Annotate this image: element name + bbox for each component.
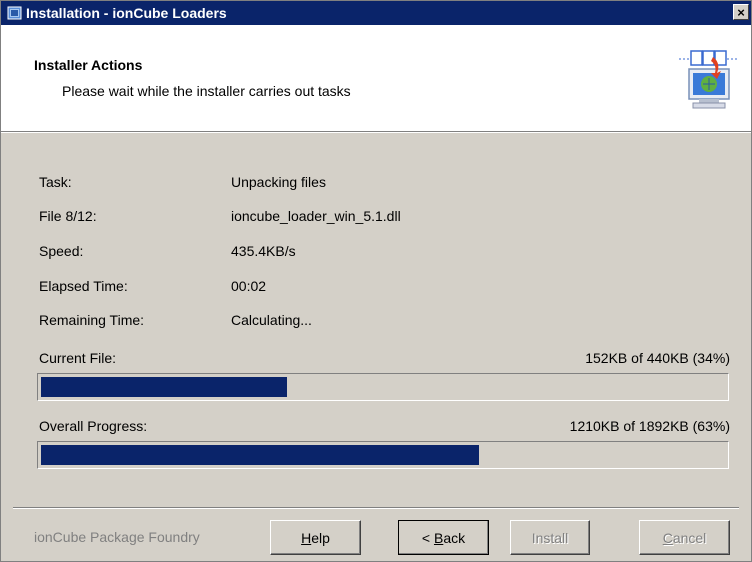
page-subtitle: Please wait while the installer carries … [62,83,351,99]
window-title: Installation - ionCube Loaders [26,5,227,21]
speed-value: 435.4KB/s [231,243,296,259]
back-button-accel: B [433,529,444,546]
installer-computer-icon [679,50,739,109]
current-file-label: Current File: [39,350,117,366]
install-button[interactable]: Install [510,520,590,555]
current-file-status: 152KB of 440KB (34%) [585,350,730,366]
file-name-value: ioncube_loader_win_5.1.dll [231,208,401,224]
elapsed-time-value: 00:02 [231,278,267,294]
installer-window: Installation - ionCube Loaders × Install… [0,0,752,562]
install-button-label: Install [531,529,569,546]
remaining-time-label: Remaining Time: [39,312,145,328]
cancel-button-label: ancel [672,529,707,546]
close-button[interactable]: × [733,4,749,20]
close-icon: × [737,4,745,20]
overall-progress-bar [37,441,729,469]
back-button-prefix: < [421,529,434,546]
help-button[interactable]: Help [270,520,361,555]
cancel-button-accel: C [662,529,673,546]
overall-progress-label: Overall Progress: [39,418,148,434]
speed-label: Speed: [39,243,84,259]
help-button-accel: H [301,529,312,546]
elapsed-time-label: Elapsed Time: [39,278,128,294]
overall-progress-status: 1210KB of 1892KB (63%) [569,418,730,434]
task-value: Unpacking files [231,174,326,190]
title-bar[interactable]: Installation - ionCube Loaders × [1,1,751,25]
page-header: Installer Actions Please wait while the … [1,25,751,132]
footer-brand-text: ionCube Package Foundry [34,529,200,545]
current-file-progress-bar [37,373,729,401]
overall-progress-fill [41,445,479,465]
cancel-button[interactable]: Cancel [639,520,730,555]
current-file-progress-fill [41,377,287,397]
page-title: Installer Actions [34,57,143,73]
footer-divider [13,507,739,509]
remaining-time-value: Calculating... [231,312,312,328]
ioncube-app-icon [7,6,22,20]
task-label: Task: [39,174,72,190]
back-button[interactable]: < Back [398,520,489,555]
file-count-label: File 8/12: [39,208,97,224]
back-button-label: ack [443,529,466,546]
help-button-label: elp [311,529,330,546]
